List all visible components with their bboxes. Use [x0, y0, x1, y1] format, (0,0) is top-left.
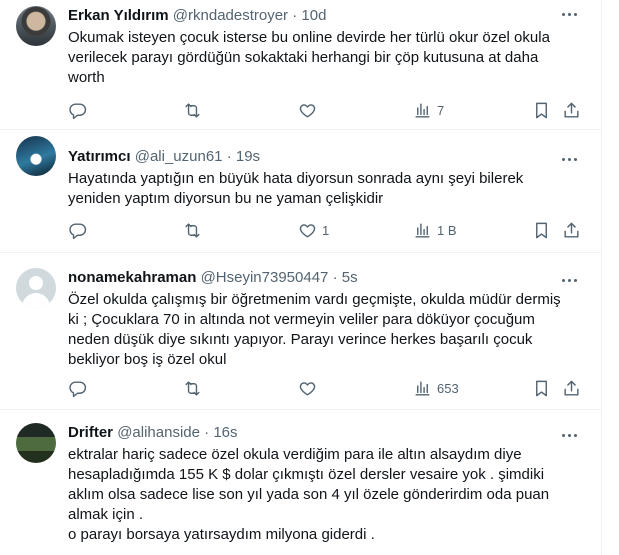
tweet-text-line: almak için .	[68, 506, 144, 523]
timestamp[interactable]: 5s	[342, 269, 358, 286]
views-icon	[415, 102, 430, 118]
action-bar: 653	[68, 378, 584, 398]
separator-dot: ·	[292, 7, 298, 24]
tweet-text: Okumak isteyen çocuk isterse bu online d…	[68, 28, 584, 88]
heart-icon	[299, 223, 316, 238]
tweet-content: Yatırımcı @ali_uzun61 · 19s Hayatında ya…	[68, 147, 584, 209]
avatar[interactable]	[16, 6, 56, 46]
share-icon	[564, 380, 579, 396]
tweet-content: nonamekahraman @Hseyin73950447 · 5s Özel…	[68, 268, 584, 370]
tweet-text-line: Özel okulda çalışmış bir öğretmenim vard…	[68, 291, 561, 308]
retweet-button[interactable]	[183, 220, 202, 240]
avatar[interactable]	[16, 136, 56, 176]
tweet-text-line: o parayı borsaya yatırsaydım milyona gid…	[68, 526, 375, 543]
heart-icon	[299, 103, 316, 118]
tweet-header: Drifter @alihanside · 16s	[68, 423, 584, 443]
tweet[interactable]: Yatırımcı @ali_uzun61 · 19s Hayatında ya…	[0, 130, 601, 253]
bookmark-button[interactable]	[532, 378, 551, 398]
tweet-content: Drifter @alihanside · 16s ektralar hariç…	[68, 423, 584, 545]
views-count: 7	[437, 102, 445, 118]
column-divider	[601, 0, 602, 555]
reply-button[interactable]	[68, 378, 87, 398]
tweet-text-line: verilecek parayı gördüğün sokaktaki herh…	[68, 49, 539, 66]
tweet-text-line: ektralar hariç sadece özel okula verdiği…	[68, 446, 522, 463]
tweet-text-line: bekliyor boş iş özel okul	[68, 351, 227, 368]
separator-dot: ·	[204, 424, 210, 441]
like-button[interactable]	[298, 100, 322, 120]
more-icon[interactable]	[559, 4, 579, 24]
more-icon[interactable]	[559, 270, 579, 290]
views-count: 1 B	[437, 222, 457, 238]
tweet-text-line: aklım olsa sadece lise son yıl yada son …	[68, 486, 550, 503]
views-icon	[415, 380, 430, 396]
share-button[interactable]	[562, 100, 581, 120]
tweet-text: Hayatında yaptığın en büyük hata diyorsu…	[68, 169, 584, 209]
more-icon[interactable]	[559, 425, 579, 445]
bookmark-icon	[536, 102, 547, 118]
reply-feed: Erkan Yıldırım @rkndadestroyer · 10d Oku…	[0, 0, 619, 555]
tweet-text-line: neden düşük diye sıkıntı yapıyor. Parayı…	[68, 331, 533, 348]
tweet-text-line: Hayatında yaptığın en büyük hata diyorsu…	[68, 170, 524, 187]
timestamp[interactable]: 16s	[213, 424, 237, 441]
avatar[interactable]	[16, 423, 56, 463]
bookmark-button[interactable]	[532, 220, 551, 240]
tweet-text-line: ki ; Çocuklara 70 in altında not vermeyi…	[68, 311, 535, 328]
reply-button[interactable]	[68, 100, 87, 120]
retweet-icon	[185, 380, 200, 396]
like-button[interactable]	[298, 378, 322, 398]
tweet-text: ektralar hariç sadece özel okula verdiği…	[68, 445, 584, 545]
reply-icon	[69, 102, 87, 119]
tweet-content: Erkan Yıldırım @rkndadestroyer · 10d Oku…	[68, 6, 584, 88]
author-name[interactable]: Drifter	[68, 424, 113, 441]
views-button[interactable]: 653	[413, 378, 459, 398]
action-bar: 1 1 B	[68, 220, 584, 240]
author-handle[interactable]: @Hseyin73950447	[201, 269, 329, 286]
bookmark-button[interactable]	[532, 100, 551, 120]
action-bar: 7	[68, 100, 584, 120]
tweet-text-line: yeniden yaptım diyorsun bu ne yaman çeli…	[68, 190, 384, 207]
avatar[interactable]	[16, 268, 56, 308]
views-count: 653	[437, 380, 459, 396]
reply-icon	[69, 222, 87, 239]
retweet-button[interactable]	[183, 100, 202, 120]
bookmark-icon	[536, 222, 547, 238]
share-button[interactable]	[562, 378, 581, 398]
heart-icon	[299, 381, 316, 396]
reply-button[interactable]	[68, 220, 87, 240]
separator-dot: ·	[226, 148, 232, 165]
share-icon	[564, 102, 579, 118]
reply-icon	[69, 380, 87, 397]
tweet-text-line: hesapladığımda 155 K $ dolar çıkmıştı öz…	[68, 466, 545, 483]
share-button[interactable]	[562, 220, 581, 240]
author-name[interactable]: Yatırımcı	[68, 148, 131, 165]
retweet-icon	[185, 102, 200, 118]
views-icon	[415, 222, 430, 238]
author-name[interactable]: nonamekahraman	[68, 269, 196, 286]
author-handle[interactable]: @alihanside	[117, 424, 200, 441]
tweet[interactable]: Erkan Yıldırım @rkndadestroyer · 10d Oku…	[0, 0, 601, 130]
like-count: 1	[322, 222, 330, 238]
tweet-text: Özel okulda çalışmış bir öğretmenim vard…	[68, 290, 584, 370]
retweet-icon	[185, 222, 200, 238]
share-icon	[564, 222, 579, 238]
tweet-header: Yatırımcı @ali_uzun61 · 19s	[68, 147, 584, 167]
timestamp[interactable]: 19s	[236, 148, 260, 165]
author-name[interactable]: Erkan Yıldırım	[68, 7, 169, 24]
like-button[interactable]: 1	[298, 220, 329, 240]
tweet-text-line: worth	[68, 69, 105, 86]
tweet-header: Erkan Yıldırım @rkndadestroyer · 10d	[68, 6, 584, 26]
timestamp[interactable]: 10d	[301, 7, 326, 24]
views-button[interactable]: 1 B	[413, 220, 457, 240]
views-button[interactable]: 7	[413, 100, 444, 120]
author-handle[interactable]: @rkndadestroyer	[173, 7, 288, 24]
author-handle[interactable]: @ali_uzun61	[135, 148, 223, 165]
bookmark-icon	[536, 380, 547, 396]
separator-dot: ·	[332, 269, 338, 286]
more-icon[interactable]	[559, 149, 579, 169]
tweet[interactable]: nonamekahraman @Hseyin73950447 · 5s Özel…	[0, 253, 601, 410]
tweet-text-line: Okumak isteyen çocuk isterse bu online d…	[68, 29, 550, 46]
tweet[interactable]: Drifter @alihanside · 16s ektralar hariç…	[0, 410, 601, 555]
retweet-button[interactable]	[183, 378, 202, 398]
tweet-header: nonamekahraman @Hseyin73950447 · 5s	[68, 268, 584, 288]
